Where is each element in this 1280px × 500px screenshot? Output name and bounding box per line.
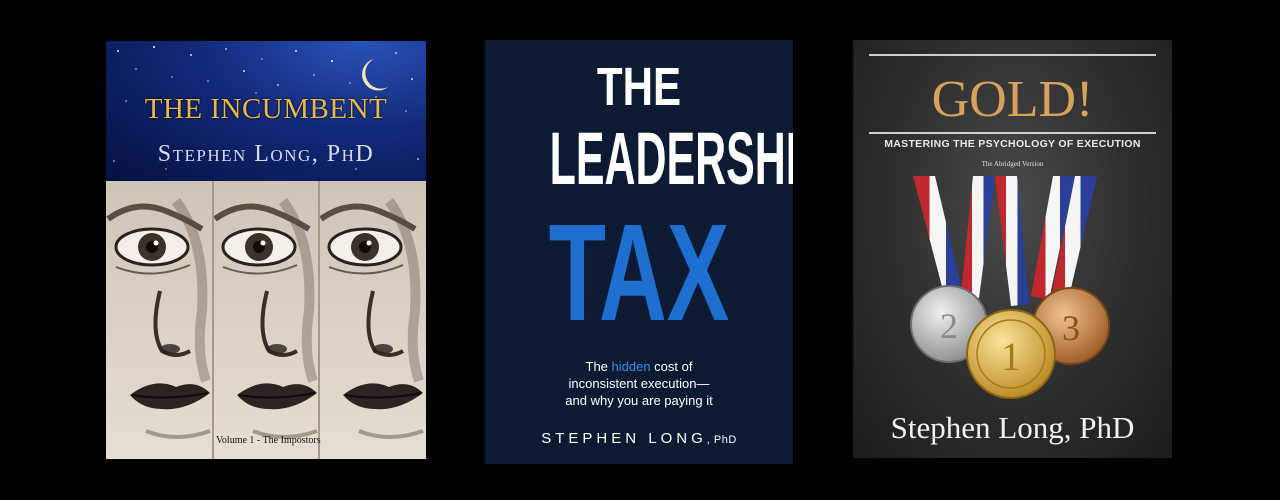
subtitle-highlight: hidden [611, 359, 651, 374]
medal-number-silver: 2 [940, 306, 958, 346]
book-author: Stephen Long, PhD [890, 410, 1135, 445]
book-cover-gold[interactable]: GOLD! MASTERING THE PSYCHOLOGY OF EXECUT… [853, 40, 1172, 458]
book-author: STEPHEN LONG, PhD [541, 430, 737, 447]
book-subtitle: The hidden cost of inconsistent executio… [485, 358, 793, 409]
medals-illustration: 2 3 1 [910, 176, 1110, 399]
book-title-tax: TAX [548, 196, 730, 350]
book-subtitle: MASTERING THE PSYCHOLOGY OF EXECUTION [884, 138, 1141, 150]
book-author: Stephen Long, PhD [157, 141, 375, 167]
medal-number-bronze: 3 [1062, 308, 1080, 348]
subtitle-line-3: and why you are paying it [565, 393, 713, 408]
book-title: THE INCUMBENT [144, 93, 388, 125]
medal-number-gold: 1 [1001, 334, 1021, 379]
subtitle-line-2: inconsistent execution— [568, 376, 710, 391]
edition-label: The Abridged Version [981, 160, 1044, 168]
book-title: GOLD! [931, 71, 1094, 128]
book-title-leadership: LEADERSHIP [549, 117, 793, 200]
volume-label: Volume 1 - The Impostors [216, 435, 321, 446]
subtitle-line-1: The hidden cost of [585, 359, 693, 374]
middle-rule [869, 132, 1156, 134]
sketched-faces-illustration [106, 181, 426, 459]
top-rule [869, 54, 1156, 56]
author-suffix: , PhD [706, 434, 737, 446]
night-sky-background: THE INCUMBENT Stephen Long, PhD [106, 41, 426, 181]
book-cover-the-leadership-tax[interactable]: THE LEADERSHIP TAX The hidden cost of in… [485, 40, 793, 464]
book-cover-the-incumbent[interactable]: THE INCUMBENT Stephen Long, PhD Volume 1… [106, 41, 426, 459]
book-title-the: THE [596, 57, 682, 117]
